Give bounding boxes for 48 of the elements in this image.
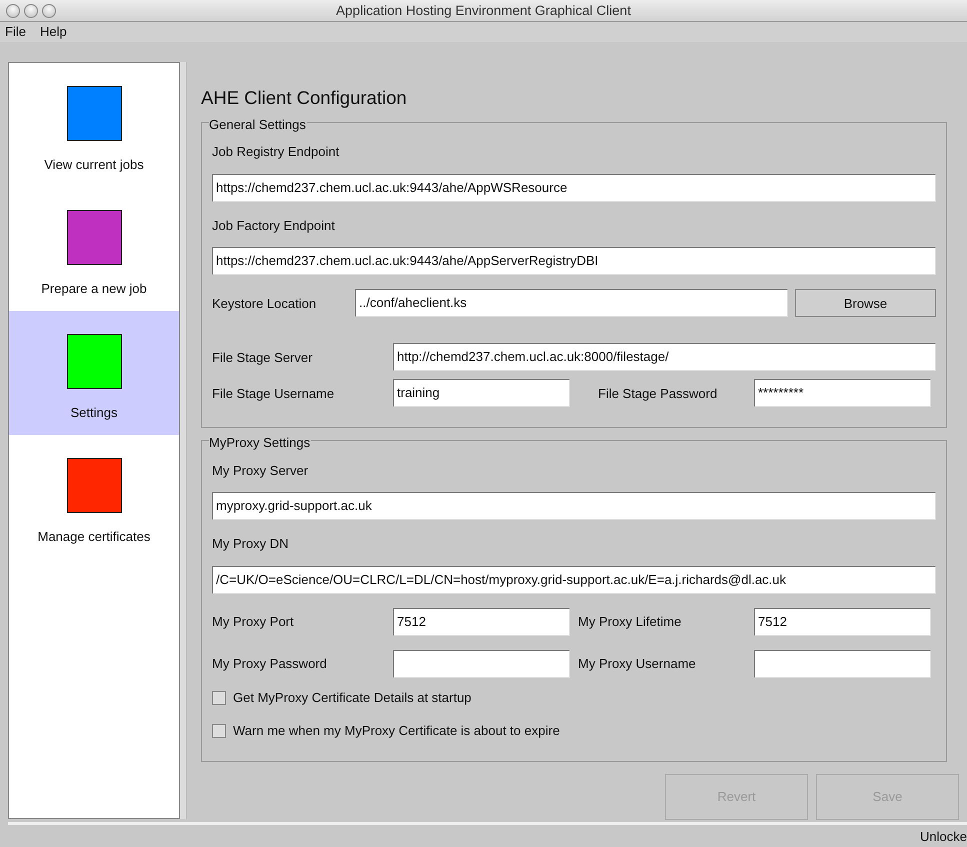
status-text: Unlocke <box>920 829 967 844</box>
field-label: My Proxy DN <box>212 535 290 554</box>
text-field[interactable]: training <box>393 379 570 408</box>
window-minimize-button[interactable] <box>24 4 38 18</box>
text-field[interactable]: ********* <box>754 379 931 408</box>
sidebar-item[interactable]: Settings <box>9 311 179 435</box>
browse-button[interactable]: Browse <box>795 289 936 318</box>
field-label: My Proxy Username <box>577 655 697 673</box>
window-title: Application Hosting Environment Graphical Client <box>335 2 632 20</box>
splitter-handle[interactable] <box>180 62 187 819</box>
window-close-button[interactable] <box>6 4 20 18</box>
checkbox[interactable] <box>212 690 226 704</box>
menu-item[interactable]: Help <box>40 22 67 42</box>
text-field[interactable]: http://chemd237.chem.ucl.ac.uk:8000/filestage/ <box>393 343 936 372</box>
text-field[interactable]: /C=UK/O=eScience/OU=CLRC/L=DL/CN=host/myproxy.grid-support.ac.uk/E=a.j.richards@dl.ac.uk <box>212 566 936 594</box>
text-field[interactable]: https://chemd237.chem.ucl.ac.uk:9443/ahe/AppWSResource <box>212 174 936 202</box>
group-title: General Settings <box>209 116 307 132</box>
text-field[interactable]: ../conf/aheclient.ks <box>355 289 788 318</box>
field-label: Keystore Location <box>212 294 318 313</box>
field-label: File Stage Username <box>212 384 336 403</box>
field-label: Job Registry Endpoint <box>212 143 340 162</box>
sidebar-item[interactable]: View current jobs <box>9 63 179 187</box>
square-icon <box>66 210 122 265</box>
field-label: My Proxy Lifetime <box>577 613 682 631</box>
field-label: File Stage Password <box>597 384 718 403</box>
text-field[interactable] <box>393 650 570 678</box>
checkbox-label: Warn me when my MyProxy Certificate is about to expire <box>233 722 560 740</box>
square-icon <box>66 458 122 513</box>
field-label: File Stage Server <box>212 348 314 367</box>
text-field[interactable]: https://chemd237.chem.ucl.ac.uk:9443/ahe/AppServerRegistryDBI <box>212 247 936 276</box>
text-field[interactable] <box>754 650 931 678</box>
square-icon <box>66 334 122 389</box>
checkbox-label: Get MyProxy Certificate Details at startup <box>233 688 472 707</box>
sidebar-item[interactable]: Manage certificates <box>9 435 179 559</box>
text-field[interactable]: 7512 <box>393 608 570 636</box>
checkbox[interactable] <box>212 724 226 738</box>
field-label: My Proxy Server <box>212 462 310 480</box>
field-label: Job Factory Endpoint <box>212 216 336 235</box>
field-label: My Proxy Port <box>212 613 295 631</box>
page-heading: AHE Client Configuration <box>201 86 408 110</box>
square-icon <box>66 86 122 141</box>
sidebar-item[interactable]: Prepare a new job <box>9 187 179 311</box>
text-field[interactable]: 7512 <box>754 608 931 636</box>
window-zoom-button[interactable] <box>42 4 56 18</box>
menu-item[interactable]: File <box>5 22 26 42</box>
field-label: My Proxy Password <box>212 655 328 673</box>
group-title: MyProxy Settings <box>209 435 312 450</box>
text-field[interactable]: myproxy.grid-support.ac.uk <box>212 492 936 520</box>
